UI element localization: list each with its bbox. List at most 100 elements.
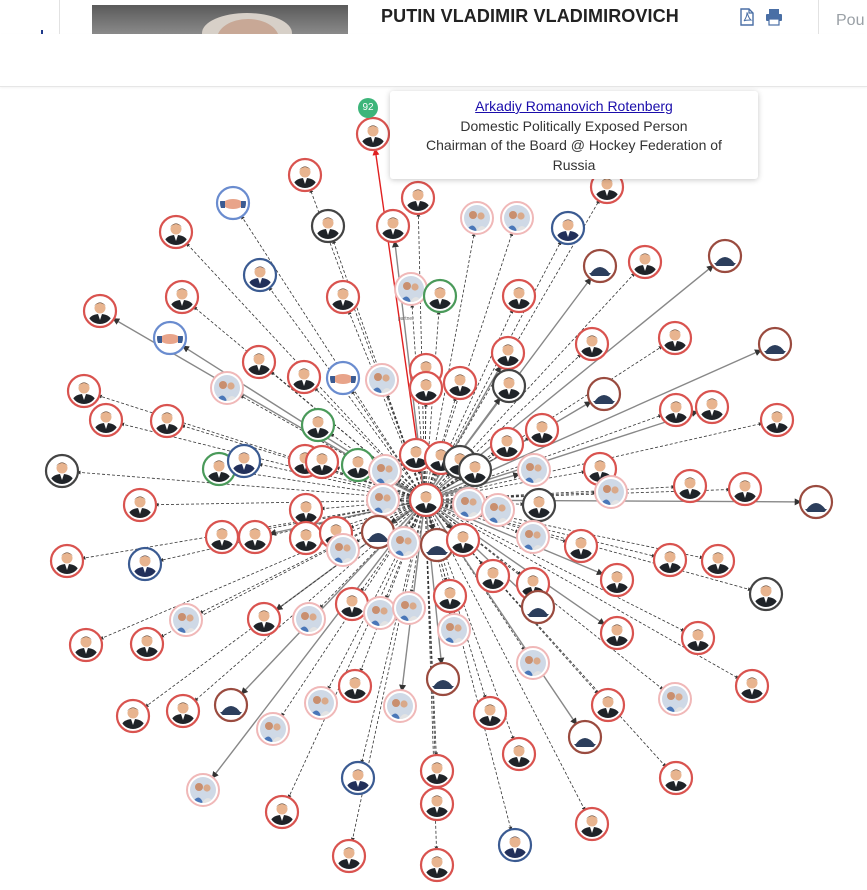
organization-node[interactable]: [798, 484, 834, 520]
politician-node[interactable]: [501, 278, 537, 314]
family-node[interactable]: [452, 487, 486, 521]
politician-node[interactable]: [129, 626, 165, 662]
handshake-node[interactable]: [325, 360, 361, 396]
family-node[interactable]: [500, 201, 534, 235]
politician-node[interactable]: [286, 359, 322, 395]
family-node[interactable]: [368, 454, 402, 488]
male-avatar-node[interactable]: [44, 453, 80, 489]
family-node[interactable]: [658, 682, 692, 716]
politician-node[interactable]: [400, 180, 436, 216]
politician-node[interactable]: [115, 698, 151, 734]
handshake-node[interactable]: [152, 320, 188, 356]
family-node[interactable]: [516, 646, 550, 680]
organization-node[interactable]: [567, 719, 603, 755]
politician-node[interactable]: [149, 403, 185, 439]
tooltip-name-link[interactable]: Arkadiy Romanovich Rotenberg: [475, 98, 673, 114]
politician-node[interactable]: [475, 558, 511, 594]
politician-node[interactable]: [700, 543, 736, 579]
family-node[interactable]: [326, 533, 360, 567]
handshake-node[interactable]: [215, 185, 251, 221]
politician-node[interactable]: [241, 344, 277, 380]
family-node[interactable]: [460, 201, 494, 235]
politician-node[interactable]: [246, 601, 282, 637]
politician-node[interactable]: [472, 695, 508, 731]
politician-node[interactable]: [694, 389, 730, 425]
politician-node[interactable]: [419, 753, 455, 789]
politician-node[interactable]: [442, 365, 478, 401]
politician-node[interactable]: [672, 468, 708, 504]
politician-node[interactable]: [49, 543, 85, 579]
related-person-node[interactable]: [300, 407, 336, 443]
politician-node[interactable]: [325, 279, 361, 315]
family-node[interactable]: [256, 712, 290, 746]
politician-node[interactable]: [355, 116, 391, 152]
politician-node[interactable]: [68, 627, 104, 663]
politician-node[interactable]: [408, 370, 444, 406]
politician-node[interactable]: [574, 326, 610, 362]
family-node[interactable]: [516, 520, 550, 554]
politician-node[interactable]: [337, 668, 373, 704]
family-node[interactable]: [594, 475, 628, 509]
politician-node[interactable]: [658, 392, 694, 428]
family-node[interactable]: [517, 453, 551, 487]
business-node[interactable]: [497, 827, 533, 863]
politician-node[interactable]: [237, 519, 273, 555]
politician-node[interactable]: [759, 402, 795, 438]
politician-node[interactable]: [680, 620, 716, 656]
politician-node[interactable]: [287, 157, 323, 193]
politician-node[interactable]: [563, 528, 599, 564]
politician-node[interactable]: [727, 471, 763, 507]
politician-node[interactable]: [501, 736, 537, 772]
family-node[interactable]: [363, 596, 397, 630]
politician-node[interactable]: [164, 279, 200, 315]
business-node[interactable]: [127, 546, 163, 582]
politician-node[interactable]: [158, 214, 194, 250]
family-node[interactable]: [210, 371, 244, 405]
politician-node[interactable]: [419, 847, 455, 883]
male-avatar-node[interactable]: [310, 208, 346, 244]
organization-node[interactable]: [213, 687, 249, 723]
politician-node[interactable]: [419, 786, 455, 822]
family-node[interactable]: [169, 603, 203, 637]
family-node[interactable]: [394, 272, 428, 306]
business-node[interactable]: [340, 760, 376, 796]
politician-node[interactable]: [734, 668, 770, 704]
male-avatar-node[interactable]: [748, 576, 784, 612]
politician-node[interactable]: [331, 838, 367, 874]
male-avatar-node[interactable]: [491, 368, 527, 404]
family-node[interactable]: [365, 363, 399, 397]
male-avatar-node[interactable]: [521, 487, 557, 523]
family-node[interactable]: [437, 613, 471, 647]
politician-node[interactable]: [657, 320, 693, 356]
politician-node[interactable]: [165, 693, 201, 729]
family-node[interactable]: [387, 526, 421, 560]
family-node[interactable]: [481, 493, 515, 527]
politician-node[interactable]: [304, 444, 340, 480]
organization-node[interactable]: [520, 589, 556, 625]
business-node[interactable]: [226, 443, 262, 479]
politician-node[interactable]: [652, 542, 688, 578]
politician-node[interactable]: [88, 402, 124, 438]
family-node[interactable]: [186, 773, 220, 807]
family-node[interactable]: [366, 483, 400, 517]
organization-node[interactable]: [586, 376, 622, 412]
business-node[interactable]: [242, 257, 278, 293]
organization-node[interactable]: [757, 326, 793, 362]
politician-node[interactable]: [490, 335, 526, 371]
politician-node[interactable]: [204, 519, 240, 555]
politician-node[interactable]: [524, 412, 560, 448]
organization-node[interactable]: [707, 238, 743, 274]
politician-node[interactable]: [288, 520, 324, 556]
business-node[interactable]: [550, 210, 586, 246]
organization-node[interactable]: [582, 248, 618, 284]
family-node[interactable]: [292, 602, 326, 636]
male-avatar-node[interactable]: [457, 452, 493, 488]
politician-node[interactable]: [627, 244, 663, 280]
politician-node[interactable]: [408, 482, 444, 518]
politician-node[interactable]: [432, 578, 468, 614]
politician-node[interactable]: [445, 522, 481, 558]
politician-node[interactable]: [590, 687, 626, 723]
politician-node[interactable]: [82, 293, 118, 329]
politician-node[interactable]: [658, 760, 694, 796]
politician-node[interactable]: [66, 373, 102, 409]
